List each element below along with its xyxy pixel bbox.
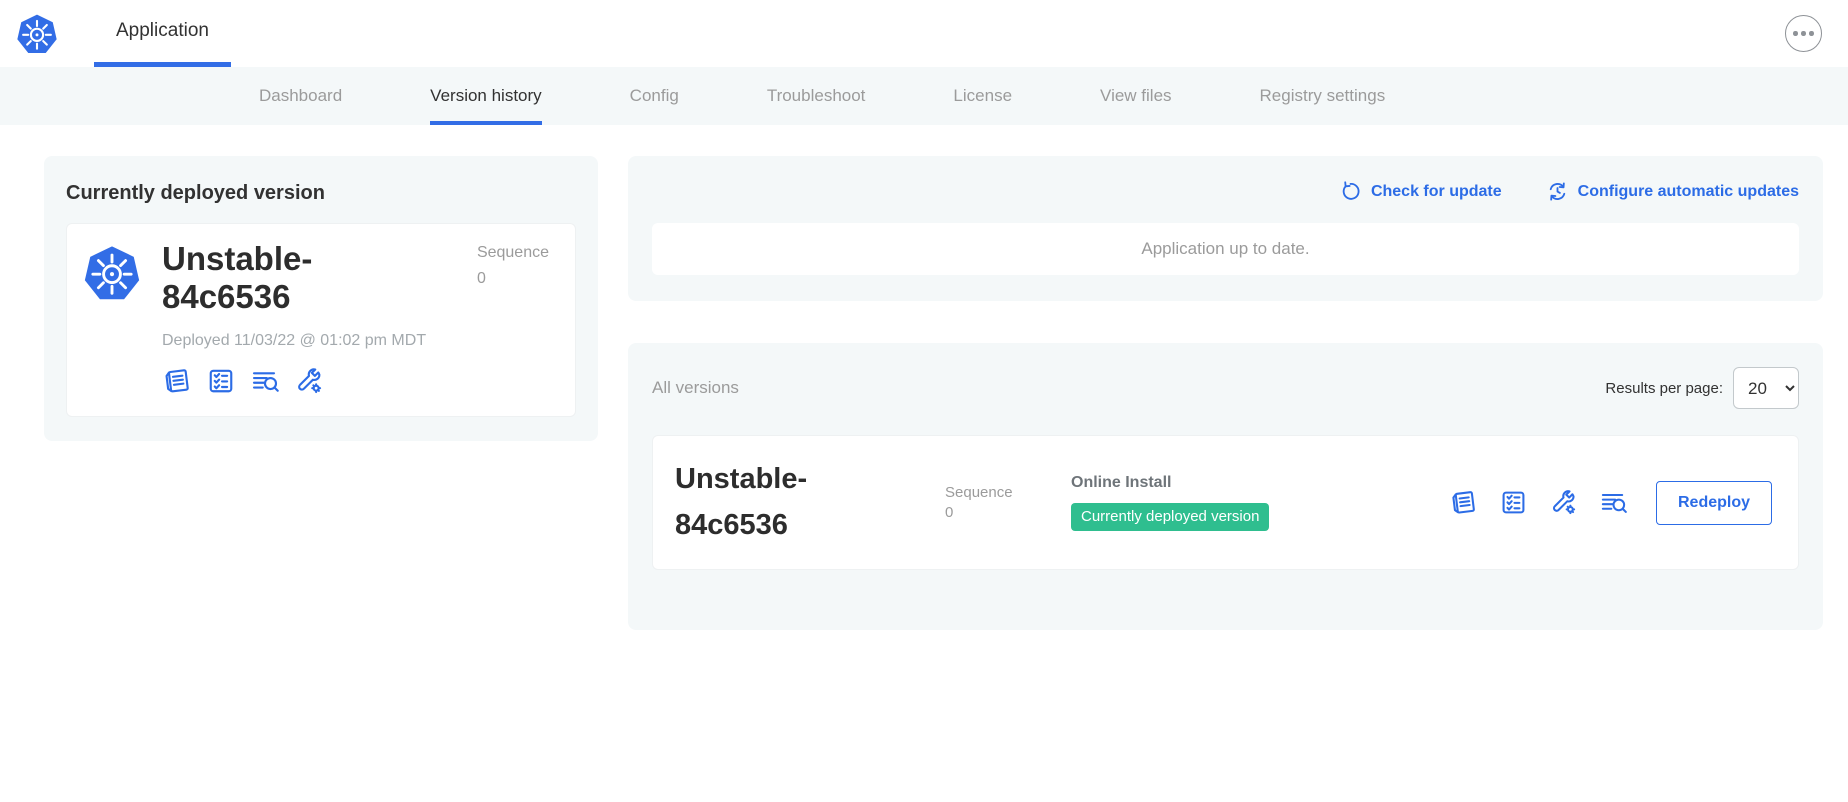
configure-automatic-updates-link[interactable]: Configure automatic updates (1546, 180, 1799, 203)
kubernetes-logo (83, 244, 141, 302)
tab-license[interactable]: License (953, 67, 1012, 125)
app-header: Application (0, 0, 1848, 67)
release-notes-icon[interactable] (162, 366, 192, 396)
tab-view-files[interactable]: View files (1100, 67, 1172, 125)
tab-dashboard[interactable]: Dashboard (259, 67, 342, 125)
currently-deployed-panel: Currently deployed version Unstable-84c6… (44, 156, 598, 441)
deployed-version-label: Unstable-84c6536 (162, 240, 372, 316)
version-row: Unstable-84c6536 Sequence 0 Online Insta… (652, 435, 1799, 570)
row-version-label: Unstable-84c6536 (675, 457, 875, 549)
row-sequence-value: 0 (945, 503, 1055, 523)
app-nav-tabs: Dashboard Version history Config Trouble… (0, 67, 1848, 125)
deploy-logs-icon[interactable] (1599, 488, 1628, 517)
app-title: Application (116, 20, 209, 42)
sequence-block: Sequence 0 (477, 240, 559, 291)
deployed-timestamp: Deployed 11/03/22 @ 01:02 pm MDT (162, 332, 559, 350)
sequence-label: Sequence (477, 240, 549, 266)
row-sequence-label: Sequence (945, 483, 1055, 503)
ellipsis-icon (1793, 31, 1798, 36)
tab-config[interactable]: Config (630, 67, 679, 125)
tab-troubleshoot[interactable]: Troubleshoot (767, 67, 866, 125)
all-versions-panel: All versions Results per page: 20 Unstab… (628, 343, 1823, 630)
release-notes-icon[interactable] (1449, 488, 1478, 517)
preflight-checks-icon[interactable] (1499, 488, 1528, 517)
auto-update-clock-icon (1546, 180, 1569, 203)
results-per-page-select[interactable]: 20 (1733, 367, 1799, 409)
tab-version-history[interactable]: Version history (430, 67, 542, 125)
row-sequence-block: Sequence 0 (945, 483, 1055, 522)
update-status-message: Application up to date. (1141, 239, 1309, 259)
sequence-value: 0 (477, 266, 549, 292)
refresh-icon (1339, 180, 1362, 203)
currently-deployed-badge: Currently deployed version (1071, 503, 1269, 531)
row-install-type: Online Install (1071, 474, 1269, 492)
kubernetes-logo (16, 0, 58, 67)
redeploy-button[interactable]: Redeploy (1656, 481, 1772, 525)
currently-deployed-card: Unstable-84c6536 Sequence 0 Deployed 11/… (66, 223, 576, 417)
overflow-menu-button[interactable] (1785, 15, 1822, 52)
all-versions-title: All versions (652, 378, 739, 398)
right-column: Check for update Configure automatic upd… (628, 156, 1823, 630)
results-per-page-label: Results per page: (1605, 380, 1723, 397)
main-content: Currently deployed version Unstable-84c6… (0, 125, 1848, 630)
check-for-update-link[interactable]: Check for update (1339, 180, 1502, 203)
header-spacer (231, 0, 1785, 67)
tab-registry-settings[interactable]: Registry settings (1260, 67, 1386, 125)
app-title-tab[interactable]: Application (94, 0, 231, 67)
edit-config-icon[interactable] (294, 366, 324, 396)
update-status-banner: Application up to date. (652, 223, 1799, 275)
edit-config-icon[interactable] (1549, 488, 1578, 517)
deploy-logs-icon[interactable] (250, 366, 280, 396)
currently-deployed-title: Currently deployed version (66, 182, 576, 205)
updates-panel: Check for update Configure automatic upd… (628, 156, 1823, 301)
preflight-checks-icon[interactable] (206, 366, 236, 396)
